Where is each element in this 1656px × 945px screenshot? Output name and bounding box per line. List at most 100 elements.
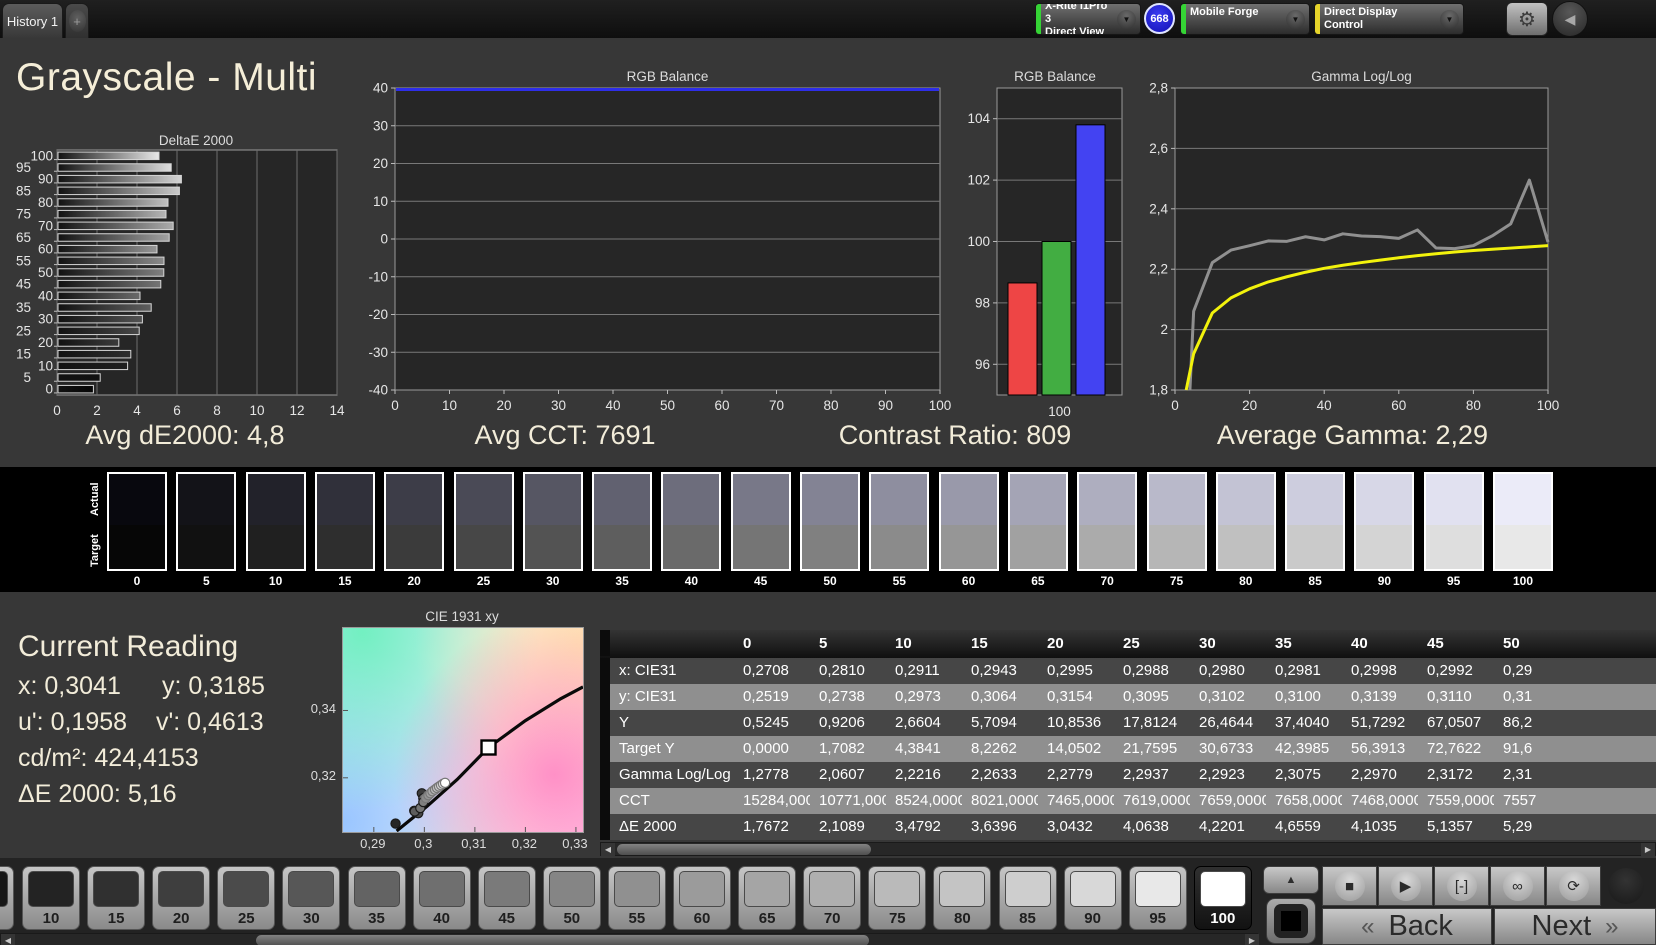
loop-icon: ⟳ [1558,871,1589,901]
patch-button-80[interactable]: 80 [933,866,992,930]
table-row-2[interactable]: y: CIE31 0,2519 0,2738 0,2973 0,3064 0,3154 0,… [600,684,1656,710]
actual-swatch [316,474,373,526]
patch-label: 70 [823,910,841,927]
gray-swatch-level-label: 70 [1100,574,1114,588]
table-cell: 56,3913 [1351,740,1406,757]
table-row-3[interactable]: Y 0,5245 0,9206 2,6604 5,7094 10,8536 17,8124 2… [600,710,1656,736]
patch-button-50[interactable]: 50 [542,866,601,930]
patch-button-15[interactable]: 15 [87,866,146,930]
meter-dropdown-display-control[interactable]: Direct Display Control ▼ [1314,3,1464,35]
svg-text:25: 25 [16,323,31,338]
table-cell: 0,3064 [971,688,1017,705]
tab-history-1[interactable]: History 1 [2,3,63,38]
patch-preview-color [1281,911,1301,931]
loop-button[interactable]: ⟳ [1546,866,1601,906]
patch-scrollbar[interactable]: ◀ ▶ [0,933,1259,945]
patch-button-10[interactable]: 10 [22,866,80,930]
table-cell: 2,2923 [1199,766,1245,783]
patch-button-60[interactable]: 60 [673,866,731,930]
patch-button-85[interactable]: 85 [998,866,1057,930]
gray-swatch-level-label: 90 [1377,574,1392,588]
patch-scrollbar-thumb[interactable] [256,935,869,945]
row-stub [600,684,610,710]
table-column-header: 45 [1418,630,1494,658]
gray-swatch-level-label: 5 [202,574,210,588]
patch-label: 100 [1210,910,1236,927]
patch-swatch [1069,871,1116,907]
patch-label: 45 [498,910,516,927]
gray-swatch-20 [384,472,445,571]
patch-button-35[interactable]: 35 [347,866,406,930]
table-scrollbar[interactable]: ◀ ▶ [600,842,1656,856]
patch-button-20[interactable]: 20 [152,866,211,930]
next-button[interactable]: Next » [1494,908,1656,945]
patch-swatch [418,871,465,907]
table-cell: 17,8124 [1123,714,1178,731]
gray-swatch-5 [176,472,237,571]
table-scrollbar-thumb[interactable] [617,844,871,855]
actual-swatch [386,474,443,526]
table-column-header: 5 [810,630,886,658]
step-button[interactable]: [-] [1434,866,1489,906]
grayscale-swatch-strip: Actual Target 0 5 10 15 20 25 30 35 40 45 50 55 60 65… [0,467,1656,592]
patch-level-up-button[interactable]: ▲ [1263,866,1319,894]
table-cell: 2,2633 [971,766,1017,783]
patch-button-70[interactable]: 70 [803,866,862,930]
svg-text:2,6: 2,6 [1149,141,1168,156]
scroll-right-icon[interactable]: ▶ [1641,843,1655,856]
back-button[interactable]: « Back [1322,908,1492,945]
table-row-1[interactable]: x: CIE31 0,2708 0,2810 0,2911 0,2943 0,2995 0,… [600,658,1656,684]
patch-label: 85 [1019,910,1036,927]
patch-button-40[interactable]: 40 [412,866,471,930]
patch-swatch [158,871,205,907]
target-swatch [871,525,928,569]
patch-button-55[interactable]: 55 [607,866,666,930]
patch-button-45[interactable]: 45 [477,866,536,930]
svg-text:65: 65 [16,230,31,245]
gray-swatch-0 [107,472,167,571]
patch-preview-button[interactable] [1266,898,1316,944]
gray-swatch-level-label: 65 [1031,574,1045,588]
table-row-5[interactable]: Gamma Log/Log 1,2778 2,0607 2,2216 2,2633 2,2… [600,762,1656,788]
stop-button[interactable]: ■ [1322,866,1377,906]
add-tab-button[interactable]: + [65,3,89,38]
current-reading-title: Current Reading [18,630,239,663]
scroll-left-icon[interactable]: ◀ [1,934,15,945]
patch-button-90[interactable]: 90 [1063,866,1122,930]
patch-button-100[interactable]: 100 [1193,866,1252,930]
svg-text:2,8: 2,8 [1149,82,1168,96]
play-button[interactable]: ▶ [1378,866,1433,906]
patch-button-75[interactable]: 75 [868,866,927,930]
patch-button-95[interactable]: 95 [1128,866,1187,930]
table-cell: 7659,0000 [1199,792,1266,809]
gear-icon: ⚙ [1518,8,1536,31]
meter-dropdown-source[interactable]: Mobile Forge ▼ [1180,3,1310,35]
svg-text:5: 5 [23,370,31,385]
reading-count-badge[interactable]: 668 [1144,3,1175,34]
collapse-panel-button[interactable]: ◀ [1552,1,1588,37]
infinity-button[interactable]: ∞ [1490,866,1545,906]
table-row-7[interactable]: ΔE 2000 1,7672 2,1089 3,4792 3,6396 3,0432 4,0… [600,814,1656,840]
patch-label: 95 [1149,910,1167,927]
gray-swatch-level-label: 15 [338,574,352,588]
target-swatch [1356,525,1413,569]
row-label: CCT [619,792,650,809]
table-row-4[interactable]: Target Y 0,0000 1,7082 4,3841 8,2262 14,0502 2… [600,736,1656,762]
meter-label-line1: Mobile Forge [1190,6,1259,18]
meter-dropdown-probe[interactable]: X-Rite i1Pro 3 Direct View ▼ [1035,3,1141,35]
table-row-6[interactable]: CCT 15284,0000 10771,0000 8524,0000 8021,000… [600,788,1656,814]
patch-label: 60 [693,910,711,927]
patch-button-30[interactable]: 30 [282,866,341,930]
settings-button[interactable]: ⚙ [1506,2,1548,36]
table-cell: 42,3985 [1275,740,1330,757]
patch-button-65[interactable]: 65 [738,866,797,930]
table-cell: 3,4792 [895,818,941,835]
reading-de2000: ΔE 2000: 5,16 [18,780,177,808]
patch-button-partial[interactable] [0,866,14,930]
scroll-right-icon[interactable]: ▶ [1245,934,1259,945]
patch-button-25[interactable]: 25 [217,866,276,930]
svg-text:10: 10 [249,403,264,418]
scroll-left-icon[interactable]: ◀ [601,843,615,856]
svg-text:80: 80 [823,398,838,413]
patch-swatch [483,871,530,907]
